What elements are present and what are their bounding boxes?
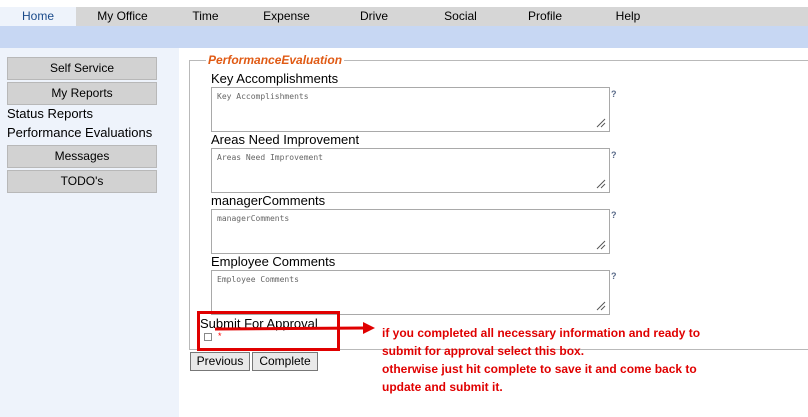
nav-tab-time[interactable]: Time — [169, 7, 242, 26]
resize-grip-icon[interactable] — [596, 301, 606, 311]
areas-improvement-textarea[interactable]: Areas Need Improvement — [211, 148, 610, 193]
annotation-line-1: if you completed all necessary informati… — [382, 326, 701, 340]
sidebar-item-messages[interactable]: Messages — [7, 145, 157, 168]
nav-tab-expense[interactable]: Expense — [242, 7, 331, 26]
top-nav: Home My Office Time Expense Drive Social… — [0, 7, 808, 26]
nav-tab-social[interactable]: Social — [417, 7, 504, 26]
nav-tab-profile[interactable]: Profile — [504, 7, 586, 26]
nav-tab-drive[interactable]: Drive — [331, 7, 417, 26]
sidebar-link-status-reports[interactable]: Status Reports — [7, 106, 93, 121]
annotation-line-3: otherwise just hit complete to save it a… — [382, 362, 697, 376]
sidebar: Self Service My Reports Status Reports P… — [0, 48, 179, 417]
areas-improvement-placeholder: Areas Need Improvement — [217, 153, 323, 162]
sidebar-item-todos[interactable]: TODO's — [7, 170, 157, 193]
nav-tab-my-office[interactable]: My Office — [76, 7, 169, 26]
resize-grip-icon[interactable] — [596, 179, 606, 189]
performance-evaluation-fieldset: PerformanceEvaluation Key Accomplishment… — [189, 53, 808, 350]
employee-comments-help-icon[interactable]: ? — [611, 271, 617, 281]
resize-grip-icon[interactable] — [596, 240, 606, 250]
nav-tab-home[interactable]: Home — [0, 7, 76, 26]
key-accomplishments-help-icon[interactable]: ? — [611, 89, 617, 99]
key-accomplishments-placeholder: Key Accomplishments — [217, 92, 309, 101]
resize-grip-icon[interactable] — [596, 118, 606, 128]
fieldset-legend: PerformanceEvaluation — [206, 53, 345, 67]
manager-comments-textarea[interactable]: managerComments — [211, 209, 610, 254]
annotation-line-4: update and submit it. — [382, 380, 503, 394]
employee-comments-textarea[interactable]: Employee Comments — [211, 270, 610, 315]
annotation-line-2: submit for approval select this box. — [382, 344, 585, 358]
annotation-arrow-icon — [215, 322, 375, 334]
manager-comments-label: managerComments — [211, 193, 326, 208]
sub-nav-bar — [0, 26, 808, 48]
sidebar-item-my-reports[interactable]: My Reports — [7, 82, 157, 105]
employee-comments-label: Employee Comments — [211, 254, 336, 269]
sidebar-item-self-service[interactable]: Self Service — [7, 57, 157, 80]
previous-button[interactable]: Previous — [190, 352, 250, 371]
manager-comments-help-icon[interactable]: ? — [611, 210, 617, 220]
sidebar-link-performance-evaluations[interactable]: Performance Evaluations — [7, 125, 152, 140]
key-accomplishments-textarea[interactable]: Key Accomplishments — [211, 87, 610, 132]
complete-button[interactable]: Complete — [252, 352, 318, 371]
areas-improvement-help-icon[interactable]: ? — [611, 150, 617, 160]
nav-tab-help[interactable]: Help — [586, 7, 670, 26]
areas-improvement-label: Areas Need Improvement — [211, 132, 360, 147]
employee-comments-placeholder: Employee Comments — [217, 275, 299, 284]
key-accomplishments-label: Key Accomplishments — [211, 71, 339, 86]
manager-comments-placeholder: managerComments — [217, 214, 290, 223]
